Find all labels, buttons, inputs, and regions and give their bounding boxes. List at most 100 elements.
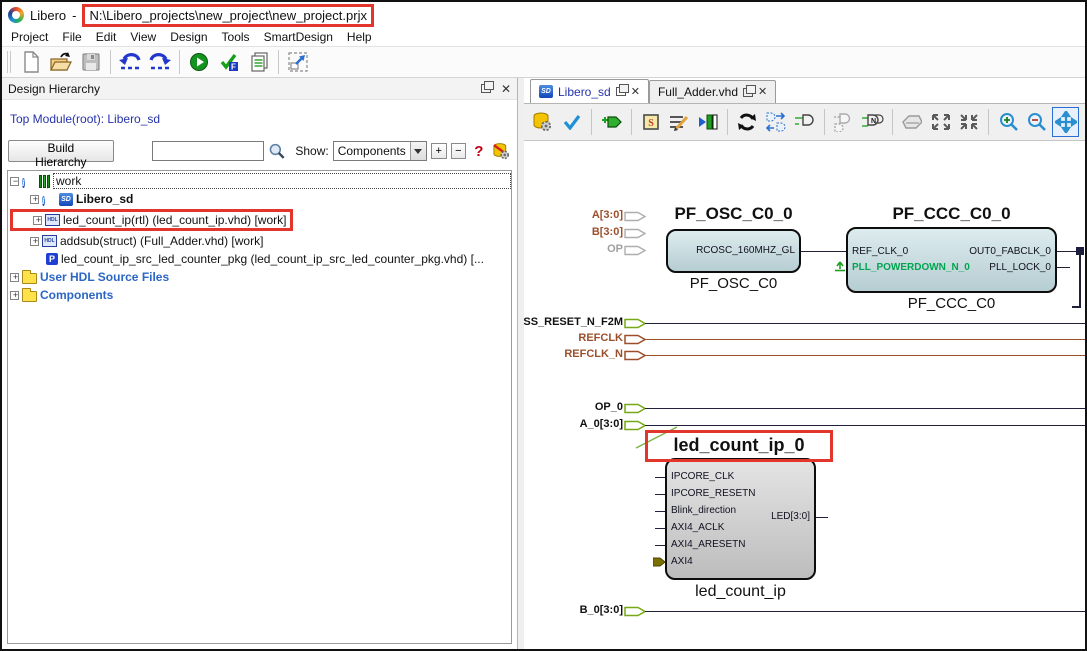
- refresh-button[interactable]: [734, 107, 761, 137]
- tree-label[interactable]: work: [53, 173, 511, 189]
- tree-row-libero-sd[interactable]: i SD Libero_sd: [8, 190, 511, 208]
- menu-edit[interactable]: Edit: [89, 30, 124, 44]
- port-mss-reset[interactable]: MSS_RESET_N_F2M: [524, 316, 623, 328]
- port-a-arrow-icon[interactable]: [624, 211, 647, 222]
- led-pin-ipcore-clk[interactable]: IPCORE_CLK: [671, 471, 734, 482]
- menu-view[interactable]: View: [123, 30, 163, 44]
- menu-file[interactable]: File: [55, 30, 88, 44]
- tab-full-adder[interactable]: Full_Adder.vhd ✕: [649, 80, 776, 103]
- close-tab-icon[interactable]: ✕: [631, 87, 640, 97]
- expand-icon[interactable]: [30, 195, 39, 204]
- port-a0[interactable]: A_0[3:0]: [524, 418, 623, 430]
- tree-row-work[interactable]: i work: [8, 172, 511, 190]
- generate-component-button[interactable]: [530, 107, 557, 137]
- port-op[interactable]: OP: [524, 243, 623, 255]
- port-a[interactable]: A[3:0]: [524, 209, 623, 221]
- show-connections-button[interactable]: [695, 107, 722, 137]
- port-refclk-n[interactable]: REFCLK_N: [524, 348, 623, 360]
- led-pin-axi4-aresetn[interactable]: AXI4_ARESETN: [671, 539, 745, 550]
- new-document-button[interactable]: [16, 48, 46, 76]
- osc-instance-title[interactable]: PF_OSC_C0_0: [666, 204, 801, 224]
- help-button[interactable]: ?: [474, 143, 483, 160]
- ccc-block[interactable]: [846, 227, 1057, 293]
- close-tab-icon[interactable]: ✕: [758, 87, 767, 97]
- run-button[interactable]: [184, 48, 214, 76]
- expand-icon[interactable]: [30, 237, 39, 246]
- tree-row-pkg[interactable]: P led_count_ip_src_led_counter_pkg (led_…: [8, 250, 511, 268]
- search-input[interactable]: [152, 141, 264, 161]
- ccc-instance-title[interactable]: PF_CCC_C0_0: [846, 204, 1057, 224]
- pan-mode-button[interactable]: [1052, 107, 1079, 137]
- menu-help[interactable]: Help: [340, 30, 379, 44]
- tree-row-addsub[interactable]: HDL addsub(struct) (Full_Adder.vhd) [wor…: [8, 232, 511, 250]
- tree-label[interactable]: led_count_ip_src_led_counter_pkg (led_co…: [61, 252, 484, 266]
- menu-smartdesign[interactable]: SmartDesign: [257, 30, 340, 44]
- open-project-button[interactable]: [46, 48, 76, 76]
- port-op0-arrow-icon[interactable]: [624, 403, 647, 414]
- tree-row-led-count-ip[interactable]: HDL led_count_ip(rtl) (led_count_ip.vhd)…: [8, 208, 511, 232]
- tree-label[interactable]: addsub(struct) (Full_Adder.vhd) [work]: [60, 234, 263, 248]
- auto-connect-button[interactable]: [763, 107, 790, 137]
- show-dropdown[interactable]: Components: [333, 141, 427, 161]
- tree-label[interactable]: Components: [40, 288, 113, 302]
- invert-connect-button[interactable]: N: [859, 107, 886, 137]
- smartdesign-canvas[interactable]: A[3:0] B[3:0] OP PF_OSC_C0_0 RCOSC_160MH…: [524, 141, 1085, 649]
- port-b0[interactable]: B_0[3:0]: [524, 604, 623, 616]
- close-panel-icon[interactable]: ✕: [501, 84, 511, 94]
- port-refclk-arrow-icon[interactable]: [624, 334, 647, 345]
- fit-window-button[interactable]: [283, 48, 313, 76]
- connection-mode-button[interactable]: [791, 107, 818, 137]
- led-pin-axi4[interactable]: AXI4: [671, 556, 693, 567]
- build-hierarchy-button[interactable]: Build Hierarchy: [8, 140, 114, 162]
- toolbar-grip[interactable]: [7, 51, 11, 73]
- port-refclk[interactable]: REFCLK: [524, 332, 623, 344]
- restore-view-button[interactable]: [956, 107, 983, 137]
- port-op-arrow-icon[interactable]: [624, 245, 647, 256]
- undo-button[interactable]: [115, 48, 145, 76]
- port-op0[interactable]: OP_0: [524, 401, 623, 413]
- osc-out-pin[interactable]: RCOSC_160MHZ_GL: [666, 245, 795, 256]
- float-tab-icon[interactable]: [616, 87, 626, 96]
- led-pin-axi4-aclk[interactable]: AXI4_ACLK: [671, 522, 724, 533]
- tree-label[interactable]: Libero_sd: [76, 192, 133, 206]
- search-icon[interactable]: [268, 142, 286, 160]
- tab-libero-sd[interactable]: SD Libero_sd ✕: [530, 79, 649, 103]
- menu-project[interactable]: Project: [4, 30, 55, 44]
- tab-label[interactable]: Full_Adder.vhd: [658, 85, 738, 99]
- dropdown-arrow-icon[interactable]: [410, 142, 426, 160]
- port-b0-arrow-icon[interactable]: [624, 606, 647, 617]
- port-b[interactable]: B[3:0]: [524, 226, 623, 238]
- menu-tools[interactable]: Tools: [215, 30, 257, 44]
- zoom-in-button[interactable]: [995, 107, 1022, 137]
- edit-addresses-button[interactable]: [666, 107, 693, 137]
- tree-row-components[interactable]: Components: [8, 286, 511, 304]
- led-instance-title[interactable]: led_count_ip_0: [645, 435, 833, 456]
- led-pin-led-out[interactable]: LED[3:0]: [665, 511, 810, 522]
- tree-row-user-hdl[interactable]: User HDL Source Files: [8, 268, 511, 286]
- redo-button[interactable]: [145, 48, 175, 76]
- expand-icon[interactable]: [10, 273, 19, 282]
- port-refclk-n-arrow-icon[interactable]: [624, 350, 647, 361]
- float-tab-icon[interactable]: [743, 88, 753, 97]
- check-design-button[interactable]: [559, 107, 586, 137]
- port-b-arrow-icon[interactable]: [624, 228, 647, 239]
- expand-all-button[interactable]: +: [431, 143, 447, 159]
- float-panel-icon[interactable]: [481, 84, 491, 93]
- generate-db-icon[interactable]: [491, 142, 511, 160]
- tab-label[interactable]: Libero_sd: [558, 85, 611, 99]
- collapse-icon[interactable]: [10, 177, 19, 186]
- menu-design[interactable]: Design: [163, 30, 214, 44]
- memory-map-button[interactable]: S: [638, 107, 665, 137]
- led-pin-ipcore-resetn[interactable]: IPCORE_RESETN: [671, 488, 755, 499]
- expand-icon[interactable]: [33, 216, 42, 225]
- collapse-all-button[interactable]: −: [451, 143, 467, 159]
- zoom-out-button[interactable]: [1024, 107, 1051, 137]
- quick-connect-button[interactable]: [831, 107, 858, 137]
- ccc-pin-pll-lock[interactable]: PLL_LOCK_0: [846, 262, 1051, 273]
- reports-button[interactable]: [244, 48, 274, 76]
- tree-label[interactable]: User HDL Source Files: [40, 270, 169, 284]
- save-button[interactable]: [76, 48, 106, 76]
- verify-button[interactable]: F: [214, 48, 244, 76]
- delete-button[interactable]: [899, 107, 926, 137]
- tree-label[interactable]: led_count_ip(rtl) (led_count_ip.vhd) [wo…: [63, 213, 286, 227]
